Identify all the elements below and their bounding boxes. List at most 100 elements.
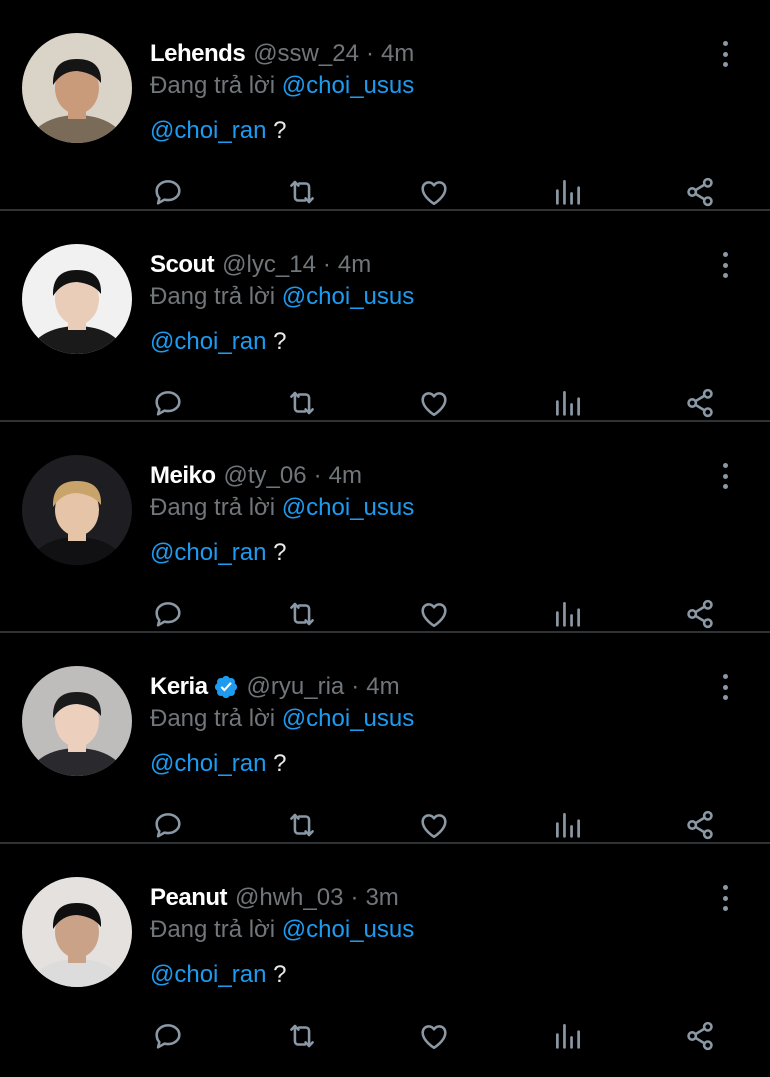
avatar[interactable] xyxy=(22,666,132,776)
like-button[interactable] xyxy=(414,383,454,423)
tweet-text: @choi_ran ? xyxy=(150,750,286,778)
reply-button[interactable] xyxy=(148,383,188,423)
tweet-mention[interactable]: @choi_ran xyxy=(150,539,266,566)
tweet-mention[interactable]: @choi_ran xyxy=(150,328,266,355)
retweet-button[interactable] xyxy=(282,805,322,845)
more-options-icon[interactable] xyxy=(712,881,738,915)
replying-to-mention[interactable]: @choi_usus xyxy=(282,494,414,521)
avatar-photo xyxy=(22,666,132,776)
reply-button[interactable] xyxy=(148,594,188,634)
reply-feed: Lehends @ssw_24 · 4m Đang trả lời @choi_… xyxy=(0,0,770,1055)
share-button[interactable] xyxy=(680,805,720,845)
tweet-body-text: ? xyxy=(266,750,287,777)
replying-to-mention[interactable]: @choi_usus xyxy=(282,283,414,310)
user-handle[interactable]: @ryu_ria xyxy=(247,673,345,701)
display-name[interactable]: Meiko xyxy=(150,462,216,490)
tweet-header: Peanut @hwh_03 · 3m xyxy=(150,881,399,915)
more-options-icon[interactable] xyxy=(712,37,738,71)
separator-dot: · xyxy=(313,462,322,489)
like-button[interactable] xyxy=(414,172,454,212)
replying-to-label: Đang trả lời xyxy=(150,283,276,310)
separator-dot: · xyxy=(365,40,374,67)
replying-to-mention[interactable]: @choi_usus xyxy=(282,705,414,732)
tweet-header: Meiko @ty_06 · 4m xyxy=(150,459,362,493)
more-options-icon[interactable] xyxy=(712,248,738,282)
replying-to: Đang trả lời @choi_usus xyxy=(150,705,414,733)
tweet[interactable]: Meiko @ty_06 · 4m Đang trả lời @choi_usu… xyxy=(0,422,770,633)
avatar[interactable] xyxy=(22,877,132,987)
tweet-mention[interactable]: @choi_ran xyxy=(150,117,266,144)
like-icon xyxy=(421,603,447,628)
views-button[interactable] xyxy=(548,805,588,845)
tweet-mention[interactable]: @choi_ran xyxy=(150,750,266,777)
display-name[interactable]: Lehends xyxy=(150,40,246,68)
replying-to-label: Đang trả lời xyxy=(150,916,276,943)
avatar[interactable] xyxy=(22,244,132,354)
share-button[interactable] xyxy=(680,172,720,212)
user-handle[interactable]: @ssw_24 xyxy=(253,40,359,68)
reply-button[interactable] xyxy=(148,1016,188,1056)
like-button[interactable] xyxy=(414,594,454,634)
like-icon xyxy=(421,1025,447,1050)
user-handle[interactable]: @lyc_14 xyxy=(222,251,316,279)
tweet-mention[interactable]: @choi_ran xyxy=(150,961,266,988)
display-name[interactable]: Keria xyxy=(150,673,208,701)
views-button[interactable] xyxy=(548,1016,588,1056)
retweet-icon xyxy=(290,813,314,837)
timestamp[interactable]: 4m xyxy=(329,462,362,490)
avatar[interactable] xyxy=(22,33,132,143)
like-button[interactable] xyxy=(414,805,454,845)
views-button[interactable] xyxy=(548,594,588,634)
replying-to-mention[interactable]: @choi_usus xyxy=(282,916,414,943)
replying-to-mention[interactable]: @choi_usus xyxy=(282,72,414,99)
separator-dot: · xyxy=(350,884,359,911)
reply-button[interactable] xyxy=(148,172,188,212)
timestamp[interactable]: 4m xyxy=(381,40,414,68)
tweet-actions xyxy=(0,172,770,212)
user-handle[interactable]: @ty_06 xyxy=(224,462,307,490)
display-name[interactable]: Peanut xyxy=(150,884,228,912)
retweet-button[interactable] xyxy=(282,594,322,634)
share-button[interactable] xyxy=(680,383,720,423)
share-icon xyxy=(687,1021,713,1051)
tweet[interactable]: Scout @lyc_14 · 4m Đang trả lời @choi_us… xyxy=(0,211,770,422)
tweet-actions xyxy=(0,805,770,845)
share-button[interactable] xyxy=(680,1016,720,1056)
replying-to-label: Đang trả lời xyxy=(150,705,276,732)
more-options-icon[interactable] xyxy=(712,459,738,493)
replying-to: Đang trả lời @choi_usus xyxy=(150,283,414,311)
separator-dot: · xyxy=(322,251,331,278)
timestamp[interactable]: 4m xyxy=(366,673,399,701)
like-icon xyxy=(421,181,447,206)
like-button[interactable] xyxy=(414,1016,454,1056)
tweet[interactable]: Lehends @ssw_24 · 4m Đang trả lời @choi_… xyxy=(0,0,770,211)
tweet-body-text: ? xyxy=(266,539,287,566)
avatar[interactable] xyxy=(22,455,132,565)
replying-to-label: Đang trả lời xyxy=(150,72,276,99)
tweet-body-text: ? xyxy=(266,328,287,355)
retweet-button[interactable] xyxy=(282,383,322,423)
reply-button[interactable] xyxy=(148,805,188,845)
avatar-photo xyxy=(22,33,132,143)
tweet-header: Keria @ryu_ria · 4m xyxy=(150,670,400,704)
timestamp[interactable]: 3m xyxy=(365,884,398,912)
timestamp[interactable]: 4m xyxy=(338,251,371,279)
share-icon xyxy=(687,177,713,207)
display-name[interactable]: Scout xyxy=(150,251,215,279)
tweet-text: @choi_ran ? xyxy=(150,539,286,567)
avatar-photo xyxy=(22,877,132,987)
retweet-button[interactable] xyxy=(282,172,322,212)
tweet[interactable]: Peanut @hwh_03 · 3m Đang trả lời @choi_u… xyxy=(0,844,770,1055)
user-handle[interactable]: @hwh_03 xyxy=(235,884,343,912)
more-options-icon[interactable] xyxy=(712,670,738,704)
views-button[interactable] xyxy=(548,383,588,423)
views-icon xyxy=(556,602,580,627)
retweet-button[interactable] xyxy=(282,1016,322,1056)
reply-icon xyxy=(155,180,181,205)
tweet-actions xyxy=(0,1016,770,1056)
share-button[interactable] xyxy=(680,594,720,634)
share-icon xyxy=(687,388,713,418)
tweet-actions xyxy=(0,594,770,634)
views-button[interactable] xyxy=(548,172,588,212)
tweet[interactable]: Keria @ryu_ria · 4m Đang trả lời @choi_u… xyxy=(0,633,770,844)
